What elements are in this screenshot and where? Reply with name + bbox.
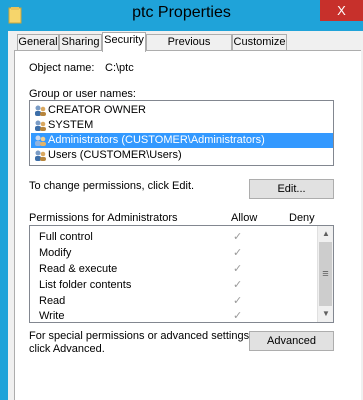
advanced-button[interactable]: Advanced [249,331,334,351]
permission-name: List folder contents [39,279,132,291]
list-item-label: Administrators (CUSTOMER\Administrators) [48,134,265,146]
permission-name: Full control [39,231,93,243]
allow-check-icon: ✓ [233,263,243,275]
table-row: Full control ✓ [39,229,309,245]
table-row: Read & execute ✓ [39,261,309,277]
permission-name: Write [39,310,65,322]
permissions-scrollbar[interactable]: ▲ ≡ ▼ [317,226,333,322]
tab-previous-versions[interactable]: Previous Versions [146,34,232,63]
users-icon [35,120,46,131]
group-list-label: Group or user names: [29,88,136,100]
table-row: Modify ✓ [39,245,309,261]
object-name-value: C:\ptc [105,62,134,74]
special-permissions-note: For special permissions or advanced sett… [29,330,253,342]
users-icon [35,135,46,146]
list-item-label: SYSTEM [48,119,94,131]
permissions-label: Permissions for Administrators [29,212,178,224]
allow-check-icon: ✓ [233,295,243,307]
permission-name: Read [39,295,66,307]
allow-check-icon: ✓ [233,279,243,291]
users-icon [35,105,46,116]
users-icon [35,150,46,161]
permission-name: Read & execute [39,263,118,275]
permissions-list[interactable]: Full control ✓ Modify ✓ Read & execute ✓… [29,225,334,323]
close-button[interactable]: X [320,0,363,21]
allow-check-icon: ✓ [233,231,243,243]
group-list[interactable]: CREATOR OWNER SYSTEM Administrators (CUS… [29,100,334,166]
list-item[interactable]: SYSTEM [31,118,333,133]
edit-button[interactable]: Edit... [249,179,334,199]
list-item-label: Users (CUSTOMER\Users) [48,149,182,161]
scroll-down-icon[interactable]: ▼ [318,307,334,321]
allow-check-icon: ✓ [233,310,243,322]
list-item[interactable]: Users (CUSTOMER\Users) [31,148,333,163]
list-item-label: CREATOR OWNER [48,104,146,116]
list-item-selected[interactable]: Administrators (CUSTOMER\Administrators) [31,133,333,148]
tab-customize[interactable]: Customize [232,34,287,51]
table-row: Write ✓ [39,308,309,324]
window-title: ptc Properties [132,4,231,21]
table-row: List folder contents ✓ [39,277,309,293]
permission-name: Modify [39,247,72,259]
deny-header: Deny [289,212,315,224]
change-permissions-note: To change permissions, click Edit. [29,180,195,192]
tab-security[interactable]: Security [102,32,146,52]
object-name-label: Object name: [29,62,95,74]
table-row: Read ✓ [39,293,309,309]
special-permissions-note-2: click Advanced. [29,343,105,355]
allow-check-icon: ✓ [233,247,243,259]
scroll-up-icon[interactable]: ▲ [318,227,334,241]
tab-sharing[interactable]: Sharing [59,34,102,51]
scroll-thumb[interactable]: ≡ [319,242,332,306]
list-item[interactable]: CREATOR OWNER [31,103,333,118]
tab-general[interactable]: General [17,34,59,51]
allow-header: Allow [231,212,258,224]
